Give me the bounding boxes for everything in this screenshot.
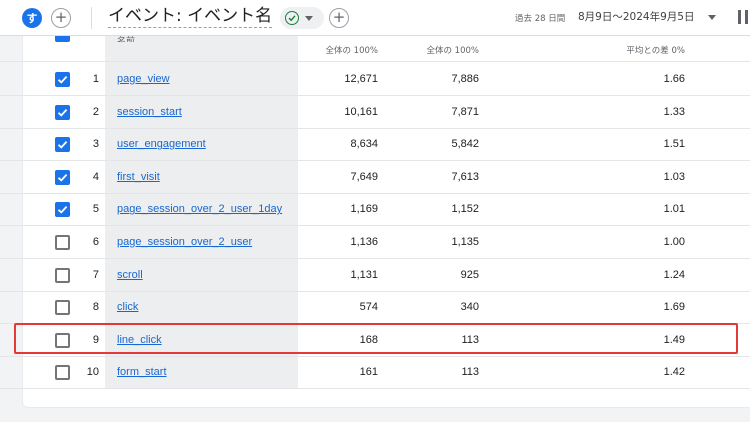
event-name-link[interactable]: page_session_over_2_user_1day	[117, 203, 282, 215]
total-users-cell: 340	[460, 301, 479, 314]
row-index: 10	[86, 366, 99, 379]
check-icon	[57, 206, 68, 215]
bar-chart-icon[interactable]	[738, 10, 750, 24]
row-checkbox[interactable]	[55, 169, 70, 185]
events-per-user-cell: 1.42	[663, 366, 685, 379]
events-per-user-cell: 1.01	[663, 203, 685, 216]
events-per-user-cell: 1.69	[663, 301, 685, 314]
table-row[interactable]: 2 session_start 10,161 7,871 1.33	[0, 96, 750, 129]
table-row[interactable]: 1 page_view 12,671 7,886 1.66	[0, 63, 750, 96]
report-header-bar: す + イベント: イベント名 + 過去 28 日間 8月9日～2024年9月5…	[0, 0, 750, 36]
date-range-picker[interactable]: 8月9日～2024年9月5日	[578, 9, 694, 24]
event-name-link[interactable]: page_session_over_2_user	[117, 236, 252, 248]
row-index: 8	[92, 301, 99, 314]
chevron-down-icon[interactable]	[708, 15, 716, 20]
event-count-cell: 1,136	[350, 236, 378, 248]
row-checkbox[interactable]	[55, 300, 70, 316]
row-checkbox[interactable]	[55, 104, 70, 120]
total-users-cell: 925	[460, 268, 479, 281]
total-users-cell: 1,152	[451, 203, 479, 216]
avatar[interactable]: す	[22, 8, 42, 28]
row-index: 1	[92, 73, 99, 85]
event-count-cell: 1,169	[350, 203, 378, 216]
add-comparison-plus-icon[interactable]: +	[51, 8, 71, 28]
check-icon	[57, 173, 68, 182]
event-count-cell: 7,649	[350, 170, 378, 183]
events-per-user-cell: 1.51	[663, 138, 685, 151]
table-row[interactable]: 3 user_engagement 8,634 5,842 1.51	[0, 128, 750, 162]
table-row[interactable]: 8 click 574 340 1.69	[0, 291, 750, 325]
event-count-cell: 10,161	[344, 105, 378, 118]
column-header-total-events-sub: 全体の 100%	[325, 46, 378, 56]
table-row[interactable]: 10 form_start 161 113 1.42	[0, 356, 750, 390]
page-title[interactable]: イベント: イベント名	[108, 5, 273, 28]
table-row[interactable]: 7 scroll 1,131 925 1.24	[0, 259, 750, 292]
total-users-cell: 1,135	[451, 236, 479, 248]
row-index: 6	[92, 236, 99, 248]
table-row[interactable]: 5 page_session_over_2_user_1day 1,169 1,152…	[0, 193, 750, 227]
table-row[interactable]: 6 page_session_over_2_user 1,136 1,135 1.00	[0, 226, 750, 259]
total-users-cell: 5,842	[451, 138, 479, 151]
event-name-link[interactable]: session_start	[117, 106, 182, 118]
check-circle-icon	[285, 11, 299, 25]
row-checkbox[interactable]	[55, 235, 70, 250]
row-index: 4	[92, 170, 99, 183]
row-checkbox[interactable]	[55, 137, 70, 153]
total-users-cell: 113	[461, 366, 479, 379]
row-checkbox[interactable]	[55, 202, 70, 218]
row-index: 5	[92, 203, 99, 216]
events-per-user-cell: 1.24	[663, 268, 685, 281]
check-icon	[57, 108, 68, 117]
total-users-cell: 7,613	[451, 170, 479, 183]
divider	[91, 7, 92, 29]
highlight-annotation-box	[14, 323, 738, 354]
event-name-link[interactable]: scroll	[117, 269, 143, 281]
status-dropdown[interactable]	[280, 7, 324, 29]
events-per-user-cell: 1.00	[663, 236, 685, 248]
row-checkbox[interactable]	[55, 72, 70, 87]
event-count-cell: 161	[359, 366, 378, 379]
row-checkbox[interactable]	[55, 267, 70, 283]
event-count-cell: 574	[359, 301, 378, 314]
row-checkbox[interactable]	[55, 365, 70, 381]
event-count-cell: 1,131	[350, 268, 378, 281]
column-header-per-user-sub: 平均との差 0%	[626, 46, 685, 56]
total-users-cell: 7,886	[451, 73, 479, 85]
event-name-link[interactable]: first_visit	[117, 171, 160, 183]
column-header-total-users-sub: 全体の 100%	[426, 46, 479, 56]
row-index: 7	[92, 268, 99, 281]
event-count-cell: 8,634	[350, 138, 378, 151]
total-users-cell: 7,871	[451, 105, 479, 118]
row-index: 2	[92, 105, 99, 118]
select-all-checkbox[interactable]	[55, 36, 70, 42]
check-icon	[57, 141, 68, 149]
event-name-link[interactable]: user_engagement	[117, 138, 206, 150]
date-preset-label: 過去 28 日間	[515, 14, 566, 24]
chevron-down-icon	[305, 15, 313, 21]
events-per-user-cell: 1.66	[663, 73, 685, 85]
check-icon	[57, 75, 68, 84]
events-per-user-cell: 1.33	[663, 105, 685, 118]
event-name-link[interactable]: form_start	[117, 366, 167, 378]
table-header-row: 名前 全体の 100% 全体の 100% 平均との差 0%	[0, 36, 750, 62]
add-filter-plus-icon[interactable]: +	[329, 8, 349, 28]
column-header-event-name[interactable]: 名前	[117, 34, 135, 42]
events-per-user-cell: 1.03	[663, 170, 685, 183]
event-name-link[interactable]: page_view	[117, 73, 170, 85]
event-count-cell: 12,671	[344, 73, 378, 85]
event-name-link[interactable]: click	[117, 301, 138, 313]
table-row[interactable]: 4 first_visit 7,649 7,613 1.03	[0, 161, 750, 194]
row-index: 3	[92, 138, 99, 151]
